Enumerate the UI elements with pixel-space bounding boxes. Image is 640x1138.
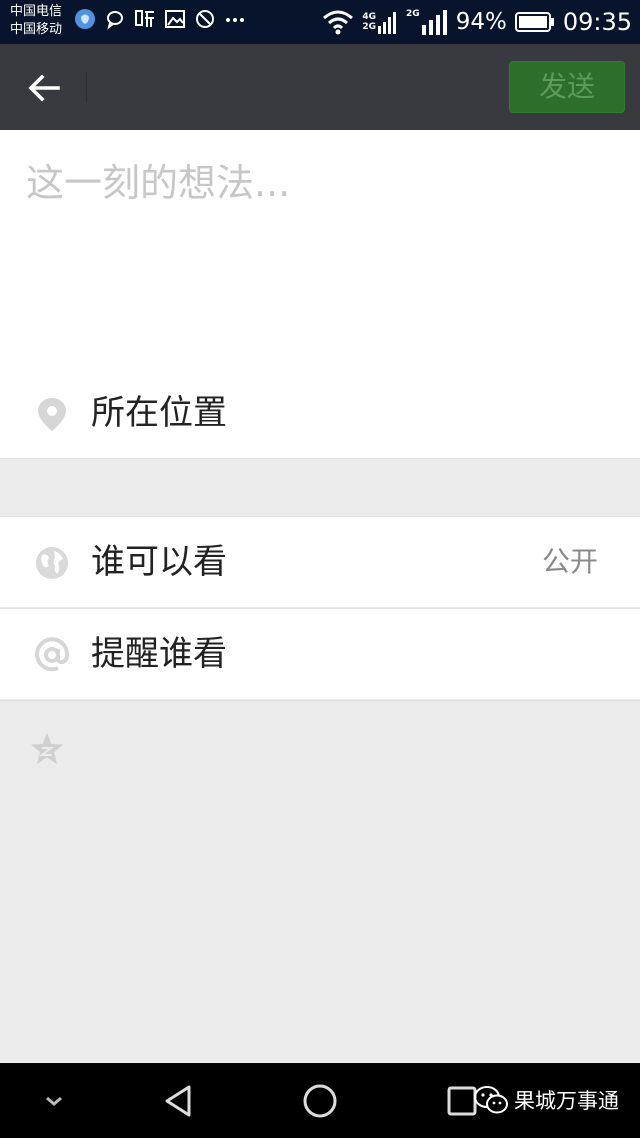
watermark: 果城万事通 <box>474 1085 619 1115</box>
home-button[interactable] <box>292 1063 348 1138</box>
app-header: 发送 <box>0 44 640 130</box>
chevron-down-icon <box>46 1096 62 1106</box>
globe-icon <box>36 547 68 579</box>
signal-bars-icon <box>378 12 397 34</box>
header-divider <box>86 72 87 102</box>
back-button[interactable] <box>20 66 68 110</box>
no-disturb-icon <box>196 10 214 28</box>
chat-bubble-icon <box>107 11 123 30</box>
wechat-logo-icon <box>474 1086 508 1114</box>
carrier-info: 中国电信 中国移动 <box>10 3 62 39</box>
status-bar: 中国电信 中国移动 4G 2G 2G 94% 09:35 <box>0 0 640 44</box>
battery-icon <box>514 12 554 32</box>
mention-label: 提醒谁看 <box>91 634 227 674</box>
mention-row[interactable]: 提醒谁看 <box>0 609 640 699</box>
app-screen: 中国电信 中国移动 4G 2G 2G 94% 09:35 发送 这一刻的想法..… <box>0 0 640 1138</box>
watermark-text: 果城万事通 <box>514 1089 619 1113</box>
collapse-button[interactable] <box>30 1063 78 1138</box>
battery-percent: 94% <box>455 9 507 35</box>
post-text-input[interactable] <box>26 152 616 352</box>
divider <box>0 458 640 459</box>
carrier-mobile: 中国移动 <box>10 22 63 37</box>
divider <box>0 700 640 701</box>
visibility-row[interactable]: 谁可以看 公开 <box>0 517 640 607</box>
arrow-left-icon <box>28 74 60 102</box>
signal-2g: 2G <box>406 9 448 35</box>
location-pin-icon <box>38 398 66 431</box>
network-type-top: 4G <box>362 12 377 22</box>
wifi-icon <box>323 10 354 35</box>
send-button[interactable]: 发送 <box>509 61 625 113</box>
notification-icons <box>74 8 246 30</box>
more-dots-icon <box>226 18 244 22</box>
location-row[interactable]: 所在位置 <box>0 368 640 458</box>
carrier-telecom: 中国电信 <box>10 4 63 19</box>
clock: 09:35 <box>562 8 632 36</box>
visibility-value: 公开 <box>541 545 598 578</box>
listen-app-icon <box>135 10 154 27</box>
bubble-app-icon <box>75 9 95 29</box>
network-type-bottom: 2G <box>362 22 377 32</box>
location-label: 所在位置 <box>91 393 227 433</box>
back-triangle-icon <box>165 1085 191 1116</box>
qzone-star-icon[interactable] <box>29 731 65 767</box>
home-circle-icon <box>303 1084 337 1117</box>
signal-4g-2g: 4G 2G <box>362 10 398 34</box>
image-icon <box>165 10 185 28</box>
nav-back-button[interactable] <box>150 1063 206 1138</box>
signal-bars-icon <box>421 10 447 35</box>
visibility-label: 谁可以看 <box>91 542 227 582</box>
status-right: 4G 2G 2G 94% 09:35 <box>322 0 632 44</box>
at-sign-icon <box>35 637 70 672</box>
network-type-2: 2G <box>406 9 420 19</box>
